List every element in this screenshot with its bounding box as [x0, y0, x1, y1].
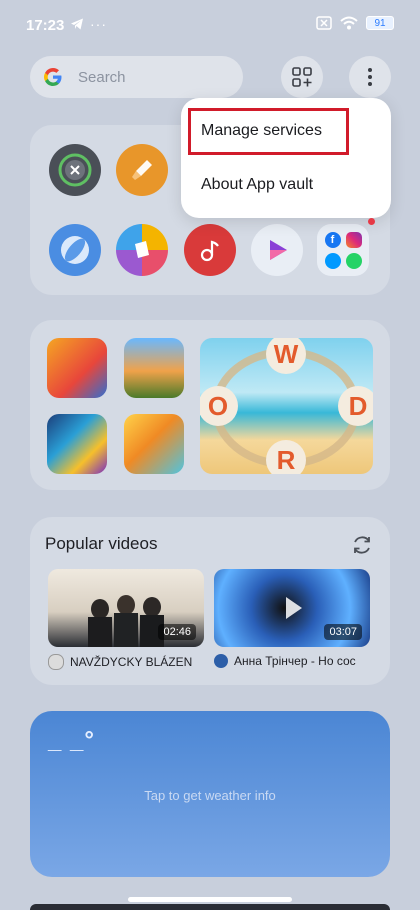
video-duration-2: 03:07 [324, 624, 362, 640]
status-bar: 17:23 ··· 91 [0, 0, 420, 50]
weather-temp-placeholder: _ _° [48, 727, 95, 754]
app-icon-themes[interactable] [116, 224, 168, 276]
close-circle-icon [58, 153, 92, 187]
video-title-1: NAVŽDYCKY BLÁZEN [70, 655, 193, 669]
refresh-button[interactable] [350, 533, 374, 557]
add-widget-button[interactable] [281, 56, 323, 98]
game-icon-2[interactable] [124, 338, 184, 398]
status-right-icons: 91 [316, 16, 394, 30]
refresh-icon [354, 536, 370, 554]
weather-prompt: Tap to get weather info [144, 788, 276, 803]
app-icon-brush[interactable] [116, 144, 168, 196]
weather-card[interactable]: _ _° Tap to get weather info [30, 711, 390, 877]
highlight-box [188, 108, 349, 155]
svg-text:O: O [208, 391, 228, 421]
music-note-icon [200, 240, 219, 262]
menu-item-about-app-vault[interactable]: About App vault [201, 176, 313, 194]
game-icon-3[interactable] [47, 414, 107, 474]
home-indicator[interactable] [128, 897, 292, 902]
svg-text:D: D [349, 391, 368, 421]
video-thumbnail-2[interactable]: 03:07 [214, 569, 370, 647]
app-folder-social[interactable]: f [317, 224, 369, 276]
status-notification-icons: ··· [70, 16, 107, 32]
sim-off-icon [316, 16, 332, 30]
more-vertical-icon [368, 68, 372, 86]
more-notifications-icon: ··· [90, 16, 107, 32]
word-game-art: W O D R [200, 338, 373, 474]
themes-icon [135, 241, 149, 258]
search-bar[interactable]: Search [30, 56, 243, 98]
whatsapp-icon [345, 252, 362, 269]
video-caption-1[interactable]: NAVŽDYCKY BLÁZEN [48, 654, 204, 670]
add-widget-icon [292, 67, 312, 87]
svg-text:W: W [274, 339, 299, 369]
browser-icon [61, 236, 89, 264]
video-duration-1: 02:46 [158, 624, 196, 640]
telegram-icon [71, 18, 83, 30]
more-options-button[interactable] [349, 56, 391, 98]
video-caption-2[interactable]: Анна Трінчер - Но сос [214, 654, 372, 668]
game-icon-1[interactable] [47, 338, 107, 398]
battery-level: 91 [374, 17, 386, 29]
play-icon [270, 240, 287, 260]
channel-avatar [214, 654, 228, 668]
channel-avatar [48, 654, 64, 670]
word-game-banner[interactable]: W O D R [200, 338, 373, 474]
wifi-icon [340, 16, 358, 30]
search-placeholder: Search [78, 68, 126, 86]
svg-text:R: R [277, 445, 296, 474]
app-icon-browser[interactable] [49, 224, 101, 276]
popular-videos-title: Popular videos [45, 534, 158, 553]
app-icon-cleaner[interactable] [49, 144, 101, 196]
messenger-icon [324, 252, 341, 269]
google-logo-icon [42, 66, 64, 88]
status-time: 17:23 [26, 17, 65, 34]
battery-icon: 91 [366, 16, 394, 30]
app-icon-music[interactable] [184, 224, 236, 276]
video-title-2: Анна Трінчер - Но сос [234, 654, 356, 668]
next-card-edge [30, 904, 390, 910]
game-icon-4[interactable] [124, 414, 184, 474]
video-thumbnail-1[interactable]: 02:46 [48, 569, 204, 647]
brush-icon [132, 160, 152, 180]
instagram-icon [345, 231, 362, 248]
app-icon-video[interactable] [251, 224, 303, 276]
notification-dot [368, 218, 375, 225]
facebook-icon: f [324, 231, 341, 248]
